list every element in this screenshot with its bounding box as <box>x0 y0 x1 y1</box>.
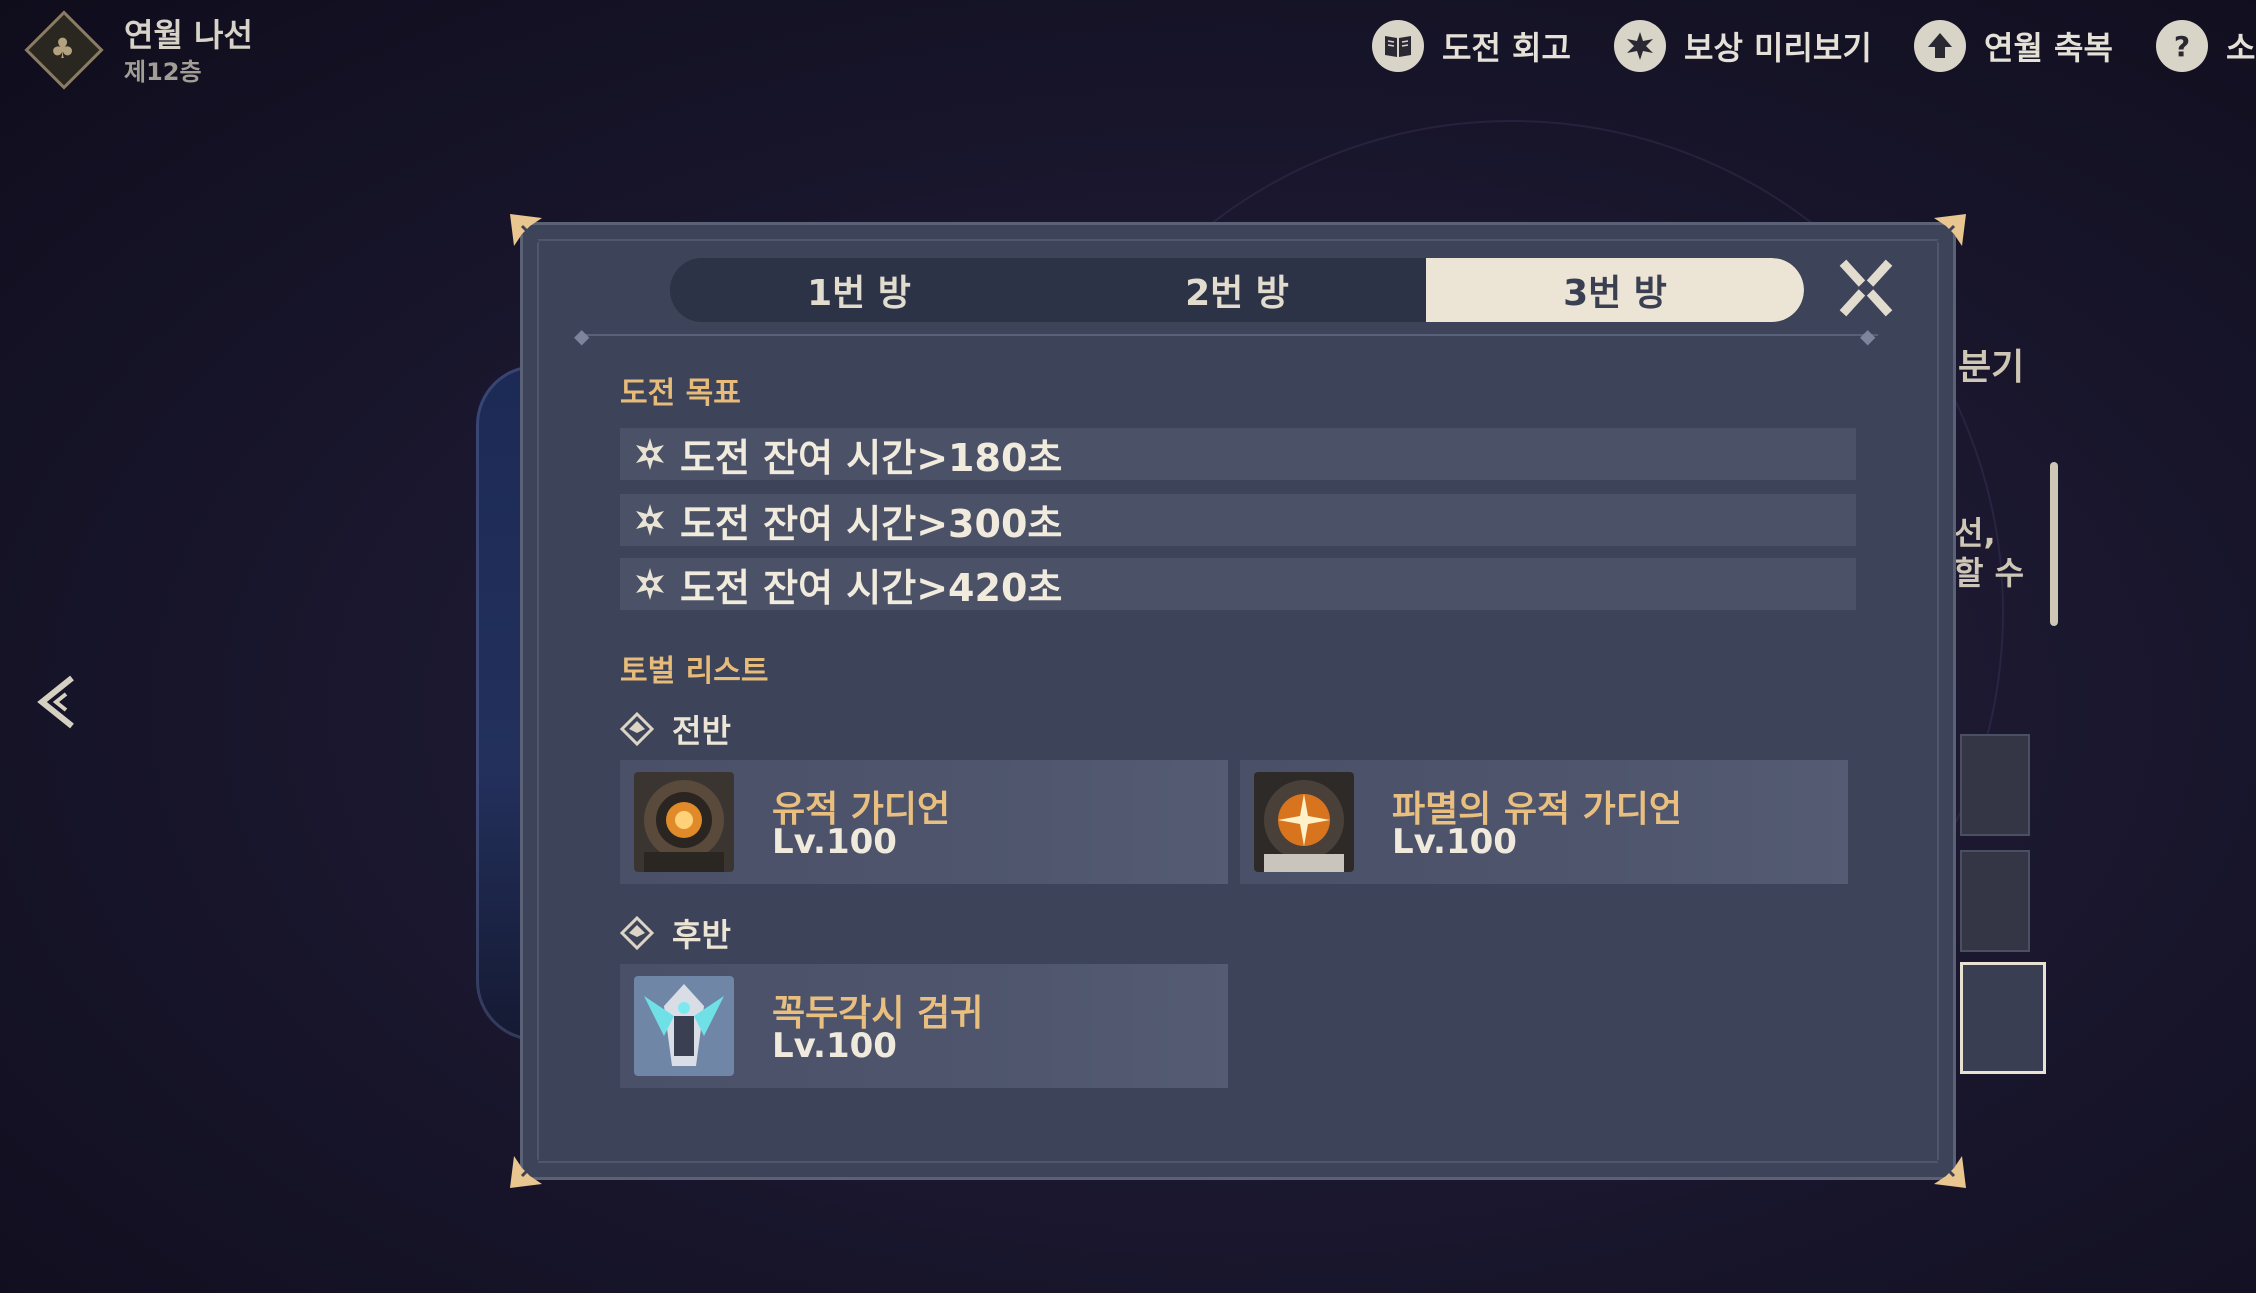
blessing-button[interactable]: 연월 축복 <box>1914 18 2113 74</box>
tab-room-1[interactable]: 1번 방 <box>670 258 1048 322</box>
enemy-level: Lv.100 <box>772 822 897 862</box>
star-icon <box>1614 20 1666 72</box>
diamond-icon <box>619 711 655 747</box>
second-half-label: 후반 <box>672 916 731 954</box>
goal-row: 도전 잔여 시간>300초 <box>620 494 1856 546</box>
abyss-star-icon <box>632 436 668 472</box>
ruin-guard-portrait-icon <box>634 772 734 872</box>
divider-ornament-icon: ◆ <box>1860 324 1876 348</box>
second-half-header: 후반 <box>619 910 731 956</box>
side-scrollbar[interactable] <box>2050 462 2058 626</box>
reward-preview-label: 보상 미리보기 <box>1684 29 1872 67</box>
room-tabs: 1번 방 2번 방 3번 방 <box>670 258 1804 322</box>
goal-row: 도전 잔여 시간>420초 <box>620 558 1856 610</box>
challenge-review-button[interactable]: 도전 회고 <box>1372 18 1571 74</box>
enemy-card[interactable]: 파멸의 유적 가디언 Lv.100 <box>1240 760 1848 884</box>
help-label: 소 <box>2226 29 2256 67</box>
goal-text: 도전 잔여 시간>300초 <box>680 501 1063 546</box>
diamond-icon <box>619 915 655 951</box>
abyss-star-icon <box>632 502 668 538</box>
enemy-card[interactable]: 유적 가디언 Lv.100 <box>620 760 1228 884</box>
ruin-destroyer-portrait-icon <box>1254 772 1354 872</box>
divider-ornament-icon: ◆ <box>574 324 590 348</box>
side-slot[interactable] <box>1960 850 2030 952</box>
header-divider <box>578 334 1878 336</box>
book-icon <box>1372 20 1424 72</box>
enemy-level: Lv.100 <box>772 1026 897 1066</box>
tab-room-3[interactable]: 3번 방 <box>1426 258 1804 322</box>
help-icon: ? <box>2156 20 2208 72</box>
enemies-section-title: 토벌 리스트 <box>620 654 769 689</box>
previous-arrow-icon[interactable] <box>32 672 82 732</box>
floor-title: 연월 나선 <box>124 16 253 54</box>
reward-preview-button[interactable]: 보상 미리보기 <box>1614 18 1872 74</box>
abyss-star-icon <box>632 566 668 602</box>
corner-ornament-icon <box>508 1146 552 1190</box>
abyss-emblem-icon: ♣ <box>22 8 104 90</box>
floor-subtitle: 제12층 <box>124 58 202 86</box>
maguu-kenki-portrait-icon <box>634 976 734 1076</box>
corner-ornament-icon <box>508 212 552 256</box>
side-label: 분기 <box>1958 347 2025 388</box>
up-arrow-icon <box>1914 20 1966 72</box>
side-slot[interactable] <box>1960 734 2030 836</box>
side-slot-selected[interactable] <box>1960 962 2046 1074</box>
side-text-line2: 할 수 <box>1954 554 2025 592</box>
close-icon[interactable] <box>1838 258 1894 318</box>
enemy-card[interactable]: 꼭두각시 검귀 Lv.100 <box>620 964 1228 1088</box>
goals-section-title: 도전 목표 <box>620 376 741 411</box>
goal-text: 도전 잔여 시간>420초 <box>680 565 1063 610</box>
blessing-label: 연월 축복 <box>1984 29 2113 67</box>
enemy-level: Lv.100 <box>1392 822 1517 862</box>
challenge-review-label: 도전 회고 <box>1442 29 1571 67</box>
goal-row: 도전 잔여 시간>180초 <box>620 428 1856 480</box>
corner-ornament-icon <box>1924 1146 1968 1190</box>
goal-text: 도전 잔여 시간>180초 <box>680 435 1063 480</box>
top-bar: ♣ 연월 나선 제12층 도전 회고 보상 미리보기 연월 축복 ? 소 <box>0 0 2256 95</box>
help-button[interactable]: ? 소 <box>2156 18 2255 74</box>
corner-ornament-icon <box>1924 212 1968 256</box>
tab-room-2[interactable]: 2번 방 <box>1048 258 1426 322</box>
first-half-label: 전반 <box>672 712 731 750</box>
first-half-header: 전반 <box>619 706 731 752</box>
